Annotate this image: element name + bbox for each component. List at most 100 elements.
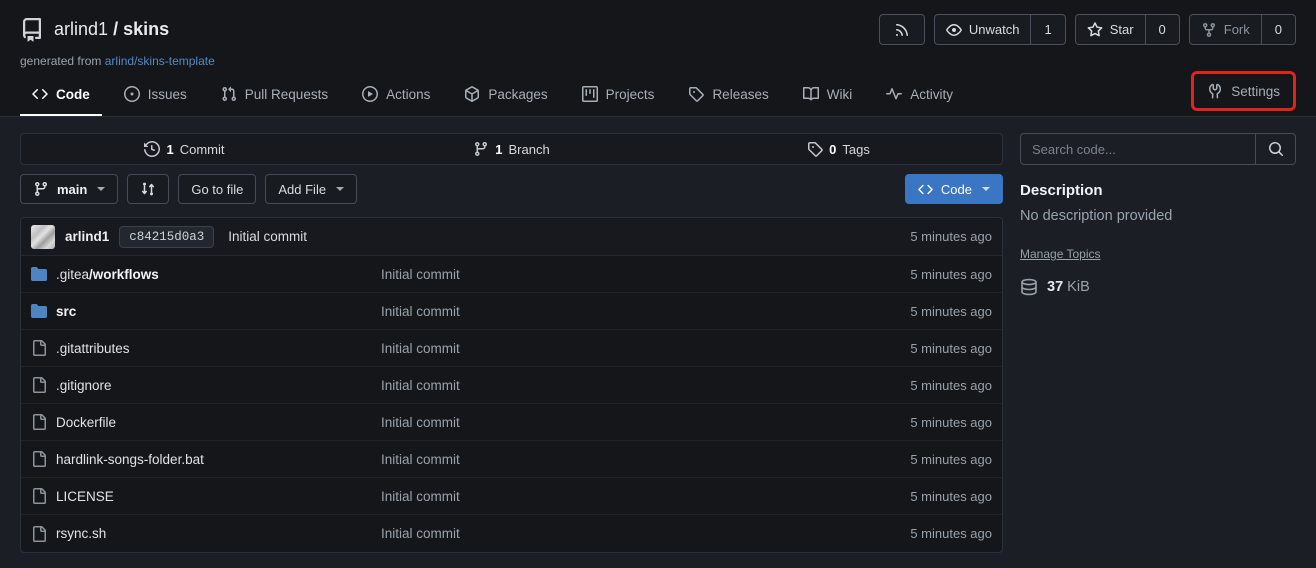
row-commit-message[interactable]: Initial commit — [381, 341, 910, 356]
git-branch-icon — [473, 141, 489, 157]
row-commit-message[interactable]: Initial commit — [381, 267, 910, 282]
row-commit-message[interactable]: Initial commit — [381, 378, 910, 393]
file-link[interactable]: .gitattributes — [31, 340, 381, 356]
book-icon — [803, 86, 819, 102]
chevron-down-icon — [336, 187, 344, 191]
tab-projects-label: Projects — [606, 87, 655, 102]
tab-projects[interactable]: Projects — [570, 76, 667, 116]
repo-header: arlind1 / skins Unwatch 1 — [0, 0, 1316, 117]
commit-hash-link[interactable]: c84215d0a3 — [119, 226, 214, 248]
repo-size-unit: KiB — [1067, 279, 1090, 295]
fork-button[interactable]: Fork — [1190, 15, 1261, 44]
template-repo-link[interactable]: arlind/skins-template — [105, 54, 215, 68]
row-time: 5 minutes ago — [910, 341, 992, 356]
file-link[interactable]: .gitignore — [31, 377, 381, 393]
star-button[interactable]: Star — [1076, 15, 1145, 44]
row-time: 5 minutes ago — [910, 267, 992, 282]
repo-size: 37 KiB — [1020, 278, 1296, 296]
repo-title: arlind1 / skins — [20, 18, 169, 42]
commit-message-link[interactable]: Initial commit — [228, 229, 307, 244]
tab-pull-requests[interactable]: Pull Requests — [209, 76, 340, 116]
file-icon — [31, 526, 47, 542]
row-commit-message[interactable]: Initial commit — [381, 452, 910, 467]
row-time: 5 minutes ago — [910, 526, 992, 541]
file-link[interactable]: Dockerfile — [31, 414, 381, 430]
tab-packages[interactable]: Packages — [452, 76, 559, 116]
pulse-icon — [886, 86, 902, 102]
table-row: .gitattributes Initial commit 5 minutes … — [21, 330, 1002, 367]
fork-icon — [1201, 22, 1217, 38]
dir-link[interactable]: .gitea/workflows — [31, 266, 381, 282]
tab-code-label: Code — [56, 87, 90, 102]
file-link[interactable]: rsync.sh — [31, 526, 381, 542]
dir-prefix: .gitea — [56, 267, 89, 282]
search-button[interactable] — [1255, 134, 1295, 164]
tab-issues-label: Issues — [148, 87, 187, 102]
repo-name-link[interactable]: skins — [123, 19, 169, 39]
generated-from-label: generated from — [20, 54, 101, 68]
add-file-button[interactable]: Add File — [265, 174, 357, 204]
table-row: hardlink-songs-folder.bat Initial commit… — [21, 441, 1002, 478]
repo-main-column: 1 Commit 1 Branch 0 Tags — [20, 133, 1003, 553]
folder-icon — [31, 303, 47, 319]
tab-actions[interactable]: Actions — [350, 76, 442, 116]
tab-wiki-label: Wiki — [827, 87, 853, 102]
tab-wiki[interactable]: Wiki — [791, 76, 865, 116]
play-circle-icon — [362, 86, 378, 102]
go-to-file-button[interactable]: Go to file — [178, 174, 256, 204]
commit-author-link[interactable]: arlind1 — [65, 229, 109, 244]
file-name: Dockerfile — [56, 415, 116, 430]
tab-code[interactable]: Code — [20, 76, 102, 116]
stars-count[interactable]: 0 — [1145, 15, 1179, 44]
rss-button[interactable] — [879, 14, 925, 45]
compare-button[interactable] — [127, 174, 169, 204]
code-download-button[interactable]: Code — [905, 174, 1003, 204]
folder-icon — [31, 266, 47, 282]
branch-selector[interactable]: main — [20, 174, 118, 204]
row-commit-message[interactable]: Initial commit — [381, 415, 910, 430]
settings-highlight-annotation: Settings — [1191, 71, 1296, 111]
star-label: Star — [1110, 22, 1134, 37]
search-input[interactable] — [1021, 134, 1255, 164]
row-commit-message[interactable]: Initial commit — [381, 489, 910, 504]
file-icon — [31, 488, 47, 504]
file-name: .gitattributes — [56, 341, 130, 356]
watchers-count[interactable]: 1 — [1030, 15, 1064, 44]
tab-pull-requests-label: Pull Requests — [245, 87, 328, 102]
avatar[interactable] — [31, 225, 55, 249]
tools-icon — [1207, 83, 1223, 99]
issue-icon — [124, 86, 140, 102]
row-commit-message[interactable]: Initial commit — [381, 526, 910, 541]
pull-request-icon — [221, 86, 237, 102]
branches-link[interactable]: 1 Branch — [348, 134, 675, 164]
repo-tabs: Code Issues Pull Requests Actions Packag… — [20, 71, 1296, 116]
tab-issues[interactable]: Issues — [112, 76, 199, 116]
manage-topics-link[interactable]: Manage Topics — [1020, 247, 1101, 261]
package-icon — [464, 86, 480, 102]
file-link[interactable]: LICENSE — [31, 488, 381, 504]
forks-count[interactable]: 0 — [1261, 15, 1295, 44]
row-time: 5 minutes ago — [910, 378, 992, 393]
row-commit-message[interactable]: Initial commit — [381, 304, 910, 319]
file-icon — [31, 340, 47, 356]
tab-packages-label: Packages — [488, 87, 547, 102]
repo-owner-link[interactable]: arlind1 — [54, 19, 108, 39]
code-icon — [32, 86, 48, 102]
tags-link[interactable]: 0 Tags — [675, 134, 1002, 164]
fork-button-group: Fork 0 — [1189, 14, 1296, 45]
branches-label: Branch — [509, 142, 550, 157]
tab-settings[interactable]: Settings — [1197, 74, 1290, 108]
tab-releases[interactable]: Releases — [676, 76, 780, 116]
repo-size-value: 37 — [1047, 279, 1063, 295]
file-link[interactable]: hardlink-songs-folder.bat — [31, 451, 381, 467]
tab-activity[interactable]: Activity — [874, 76, 965, 116]
table-row: src Initial commit 5 minutes ago — [21, 293, 1002, 330]
commit-time: 5 minutes ago — [910, 229, 992, 244]
dir-link[interactable]: src — [31, 303, 381, 319]
code-search-box — [1020, 133, 1296, 165]
repo-actions: Unwatch 1 Star 0 Fork — [879, 14, 1296, 45]
unwatch-button[interactable]: Unwatch — [935, 15, 1031, 44]
description-empty-text: No description provided — [1020, 208, 1296, 224]
unwatch-label: Unwatch — [969, 22, 1020, 37]
commits-link[interactable]: 1 Commit — [21, 134, 348, 164]
